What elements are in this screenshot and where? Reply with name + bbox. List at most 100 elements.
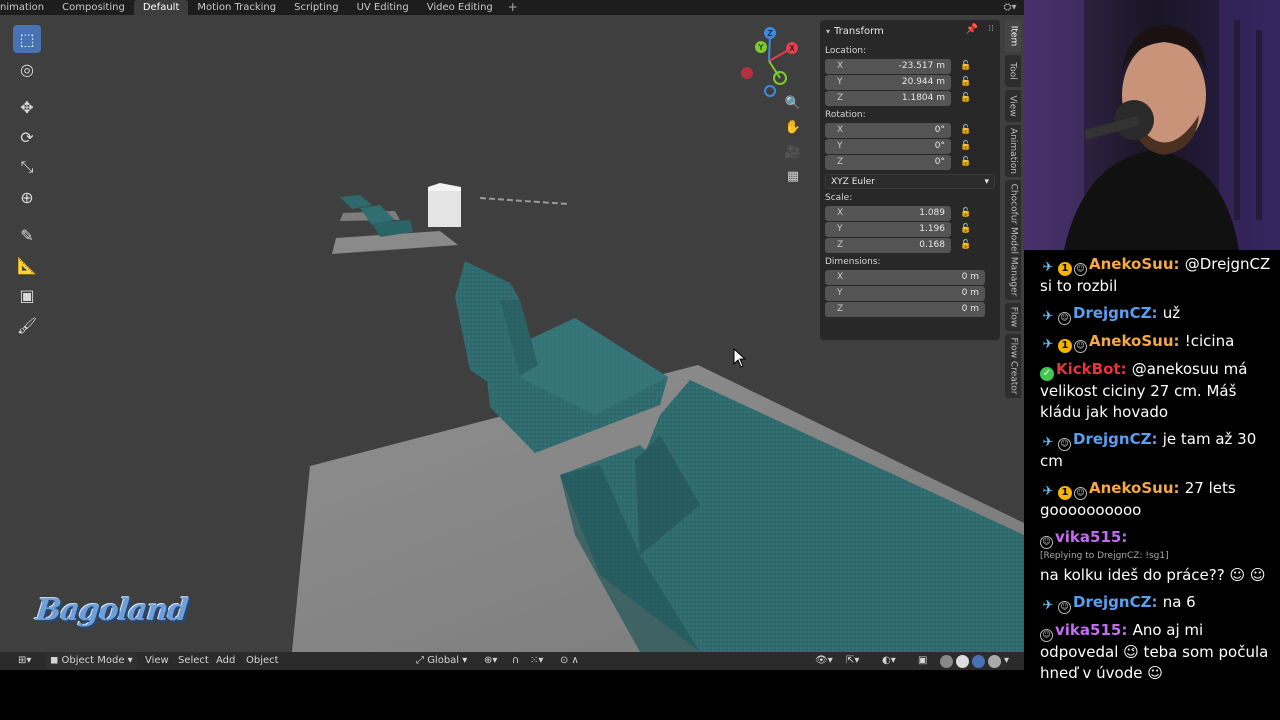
gizmo-toggle-icon[interactable]: ⇱▾	[846, 652, 859, 670]
editor-type-icon[interactable]: ⊞▾	[18, 652, 31, 670]
value: 1.1804 m	[901, 93, 945, 103]
sidebar-tab-animation[interactable]: Animation	[1005, 125, 1021, 177]
transform-orientation-select[interactable]: ⤢ Global ▾	[416, 652, 467, 670]
chat-username[interactable]: DrejgnCZ	[1073, 304, 1151, 322]
brush-tool[interactable]: 🖌	[13, 311, 41, 339]
chat-username[interactable]: DrejgnCZ	[1073, 430, 1151, 448]
proportional-edit-icon[interactable]: ⊙ ∧	[560, 652, 579, 670]
sword-badge-icon: ✈	[1042, 484, 1054, 499]
chat-username[interactable]: KickBot	[1056, 360, 1121, 378]
navigation-gizmo[interactable]: Z X Y	[735, 25, 805, 100]
chat-username[interactable]: vika515	[1055, 528, 1121, 546]
scene-selector-icon[interactable]: ⛭▾	[1000, 0, 1020, 15]
axis-label: Y	[837, 141, 843, 151]
object-mode-select[interactable]: ◼ Object Mode ▾	[46, 652, 137, 670]
scale-y-row: Y 1.196 🔓	[825, 221, 1000, 237]
visibility-icon[interactable]: 👁▾	[815, 652, 833, 670]
wireframe-shading-icon[interactable]	[940, 655, 953, 668]
select-box-tool[interactable]: ⬚	[13, 25, 41, 53]
camera-view-icon[interactable]: 🎥	[782, 141, 804, 163]
chat-username[interactable]: vika515	[1055, 621, 1121, 639]
lock-icon[interactable]: 🔓	[955, 61, 977, 71]
sidebar-tab-chocofur-model-manager[interactable]: Chocofur Model Manager	[1005, 180, 1021, 300]
chat-message: ✈ 1 ☺ AnekoSuu: 27 lets goooooooooo	[1040, 479, 1236, 519]
workspace-tab-video-editing[interactable]: Video Editing	[418, 0, 502, 15]
move-tool[interactable]: ✥	[13, 93, 41, 121]
dimensions-x-field[interactable]: X 0 m	[825, 269, 985, 285]
scale-y-field[interactable]: Y 1.196	[825, 221, 951, 237]
location-z-field[interactable]: Z 1.1804 m	[825, 90, 951, 106]
scale-label: Scale:	[825, 193, 853, 203]
scale-tool[interactable]: ⤡	[13, 153, 41, 181]
menu-object[interactable]: Object	[246, 652, 279, 670]
3d-viewport[interactable]: ⬚ ◎ ✥ ⟳ ⤡ ⊕ ✎ 📐 ▣ 🖌 Z X Y 🔍 ✋ 🎥 ▦ ▾ Tran…	[0, 15, 1024, 652]
chat-username[interactable]: AnekoSuu	[1089, 255, 1174, 273]
sidebar-tab-flow-creator[interactable]: Flow Creator	[1005, 334, 1021, 398]
lock-icon[interactable]: 🔓	[955, 77, 977, 87]
dimensions-y-field[interactable]: Y 0 m	[825, 285, 985, 301]
rendered-shading-icon[interactable]	[988, 655, 1001, 668]
rotation-x-field[interactable]: X 0°	[825, 122, 951, 138]
lock-icon[interactable]: 🔓	[955, 141, 977, 151]
location-label: Location:	[825, 46, 867, 56]
location-x-field[interactable]: X -23.517 m	[825, 58, 951, 74]
workspace-tab-motion-tracking[interactable]: Motion Tracking	[188, 0, 285, 15]
workspace-tab-nimation[interactable]: nimation	[0, 0, 53, 15]
workspace-tab-default[interactable]: Default	[133, 0, 189, 15]
sidebar-tab-item[interactable]: Item	[1005, 20, 1021, 52]
sword-badge-icon: ✈	[1042, 435, 1054, 450]
measure-tool[interactable]: 📐	[13, 251, 41, 279]
material-shading-icon[interactable]	[972, 655, 985, 668]
workspace-tab-scripting[interactable]: Scripting	[285, 0, 347, 15]
rotation-z-field[interactable]: Z 0°	[825, 154, 951, 170]
rotation-y-row: Y 0° 🔓	[825, 138, 1000, 154]
sidebar-tab-tool[interactable]: Tool	[1005, 55, 1021, 87]
sidebar-tab-flow[interactable]: Flow	[1005, 303, 1021, 331]
rotation-y-field[interactable]: Y 0°	[825, 138, 951, 154]
scale-z-field[interactable]: Z 0.168	[825, 237, 951, 253]
transform-tool[interactable]: ⊕	[13, 183, 41, 211]
rotation-mode-select[interactable]: XYZ Euler ▾	[825, 174, 995, 189]
menu-add[interactable]: Add	[216, 652, 235, 670]
axis-label: X	[837, 125, 844, 135]
menu-view[interactable]: View	[145, 652, 169, 670]
emote-badge-icon: ☺	[1074, 487, 1087, 500]
lock-icon[interactable]: 🔓	[955, 125, 977, 135]
perspective-grid-icon[interactable]: ▦	[782, 165, 804, 187]
viewport-header: ⊞▾ ◼ Object Mode ▾ View Select Add Objec…	[0, 652, 1024, 670]
lock-icon[interactable]: 🔓	[955, 157, 977, 167]
drag-handle-icon[interactable]: ⁞⁞	[988, 24, 994, 34]
scale-x-field[interactable]: X 1.089	[825, 205, 951, 221]
workspace-tab-uv-editing[interactable]: UV Editing	[348, 0, 418, 15]
zoom-icon[interactable]: 🔍	[782, 92, 804, 114]
lock-icon[interactable]: 🔓	[955, 240, 977, 250]
pin-icon[interactable]: 📌	[966, 24, 978, 35]
solid-shading-icon[interactable]	[956, 655, 969, 668]
chat-username[interactable]: AnekoSuu	[1089, 332, 1174, 350]
axis-label: Z	[837, 157, 844, 167]
chat-username[interactable]: DrejgnCZ	[1073, 593, 1151, 611]
lock-icon[interactable]: 🔓	[955, 208, 977, 218]
pivot-point-icon[interactable]: ⊕▾	[484, 652, 497, 670]
lock-icon[interactable]: 🔓	[955, 93, 977, 103]
snap-target-icon[interactable]: ⁙▾	[530, 652, 543, 670]
location-y-field[interactable]: Y 20.944 m	[825, 74, 951, 90]
emote-badge-icon: ☺	[1074, 340, 1087, 353]
lock-icon[interactable]: 🔓	[955, 224, 977, 234]
workspace-tab-compositing[interactable]: Compositing	[53, 0, 134, 15]
menu-select[interactable]: Select	[178, 652, 209, 670]
xray-icon[interactable]: ▣	[918, 652, 927, 670]
pan-hand-icon[interactable]: ✋	[782, 116, 804, 138]
cursor-tool[interactable]: ◎	[13, 55, 41, 83]
rotate-tool[interactable]: ⟳	[13, 123, 41, 151]
annotate-tool[interactable]: ✎	[13, 221, 41, 249]
add-cube-tool[interactable]: ▣	[13, 281, 41, 309]
overlays-icon[interactable]: ◐▾	[882, 652, 896, 670]
chat-username[interactable]: AnekoSuu	[1089, 479, 1174, 497]
snap-magnet-icon[interactable]: ∩	[512, 652, 519, 670]
sidebar-tab-view[interactable]: View	[1005, 90, 1021, 122]
transform-panel-header[interactable]: ▾ Transform 📌 ⁞⁞	[820, 20, 1000, 42]
add-workspace-button[interactable]: +	[502, 0, 524, 15]
dimensions-z-field[interactable]: Z 0 m	[825, 301, 985, 317]
shading-options-icon[interactable]: ▾	[1004, 652, 1009, 670]
